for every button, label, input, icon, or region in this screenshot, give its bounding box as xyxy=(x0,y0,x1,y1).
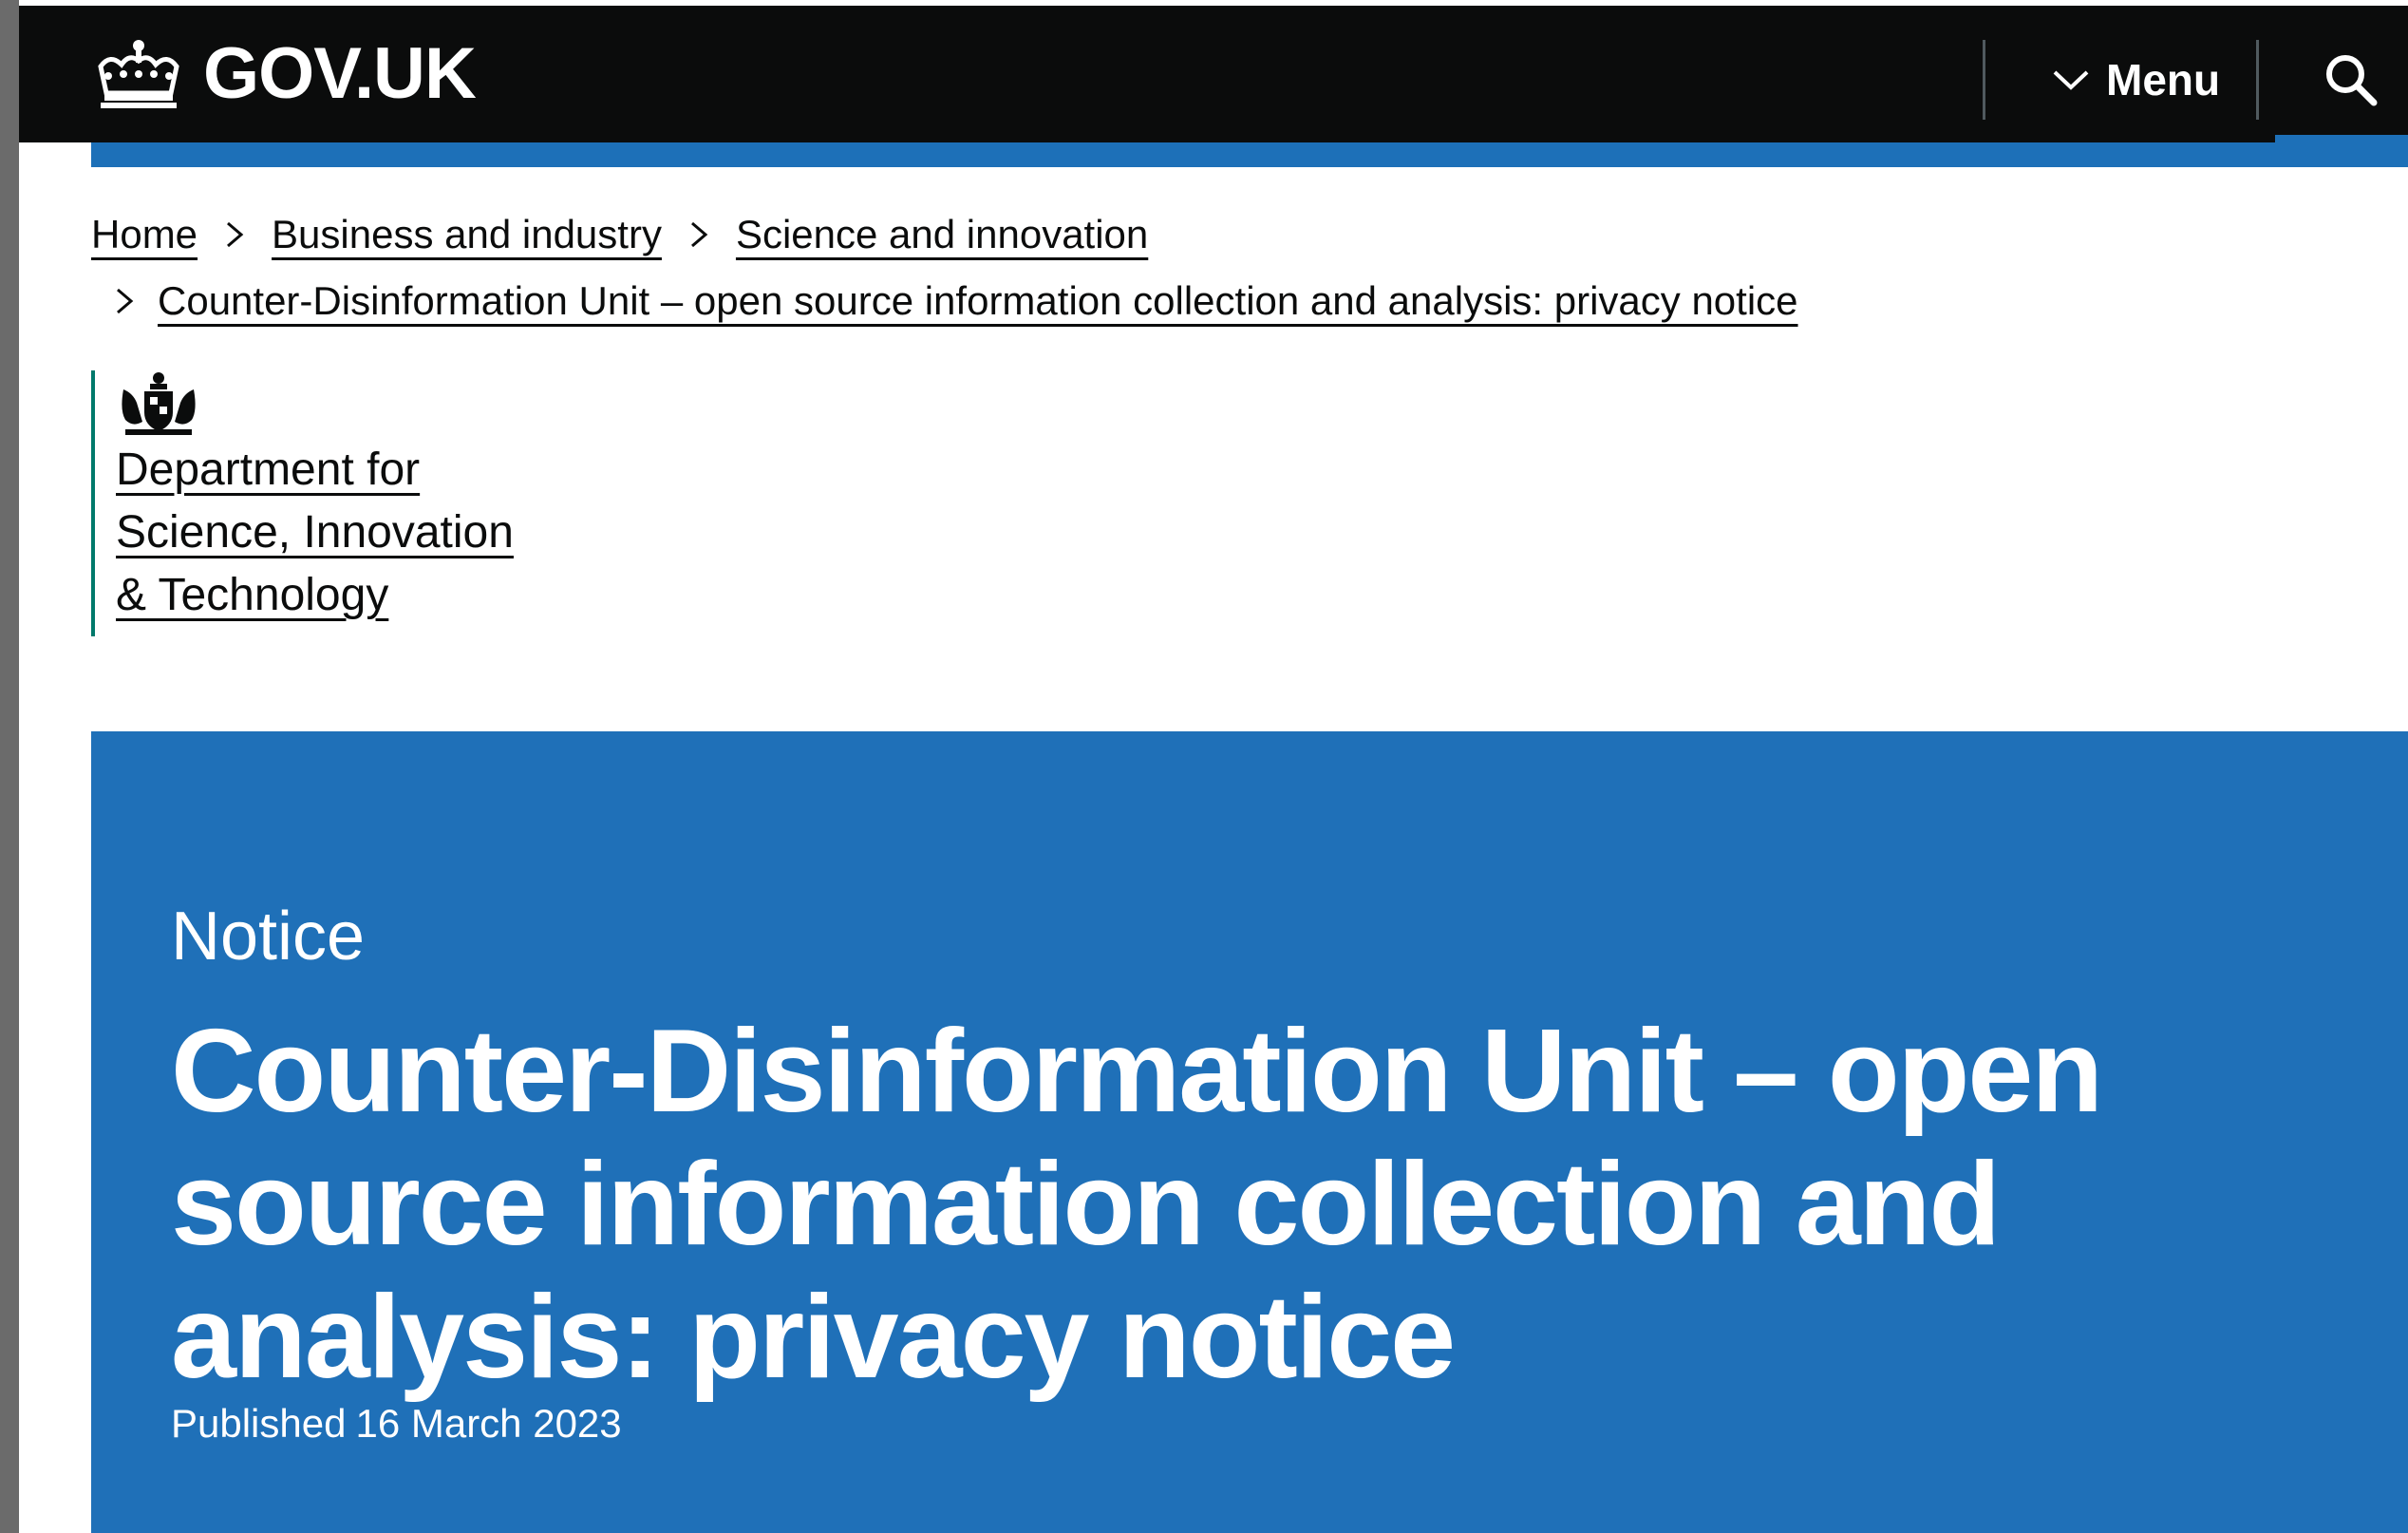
breadcrumb-row: Home Business and industry Science and i… xyxy=(91,201,1990,268)
header-divider xyxy=(2256,40,2259,120)
published-label: Published xyxy=(171,1401,347,1446)
site-header: GOV.UK Menu xyxy=(19,6,2408,142)
published-metadata: Published 16 March 2023 xyxy=(171,1404,631,1444)
chevron-right-icon xyxy=(227,221,244,248)
organisation-name-line: Department for xyxy=(116,445,421,495)
organisation-link[interactable]: Department for Science, Innovation & Tec… xyxy=(116,439,756,627)
menu-label: Menu xyxy=(2106,55,2221,104)
breadcrumb: Home Business and industry Science and i… xyxy=(91,201,1990,334)
govuk-home-link[interactable]: GOV.UK xyxy=(91,33,477,114)
chevron-down-icon xyxy=(2053,70,2089,90)
breadcrumb-business-link[interactable]: Business and industry xyxy=(272,212,662,257)
search-button[interactable] xyxy=(2294,32,2408,127)
chevron-right-icon xyxy=(117,288,134,314)
header-blue-bar xyxy=(91,142,2408,167)
organisation-name-line: & Technology xyxy=(116,570,389,620)
document-type: Notice xyxy=(171,899,366,975)
royal-coat-of-arms-icon xyxy=(122,372,196,435)
crown-icon xyxy=(98,40,179,108)
organisation-name-line: Science, Innovation xyxy=(116,507,514,558)
govuk-logo-text: GOV.UK xyxy=(203,33,477,114)
page-title: Counter-Disinformation Unit – open sourc… xyxy=(171,1006,2103,1403)
search-active-underline xyxy=(2275,135,2408,142)
breadcrumb-home-link[interactable]: Home xyxy=(91,212,198,257)
search-icon xyxy=(2326,55,2378,106)
header-divider xyxy=(1983,40,1985,120)
page-hero: Notice Counter-Disinformation Unit – ope… xyxy=(91,731,2408,1533)
window-edge xyxy=(0,0,19,1533)
page: GOV.UK Menu Home Business and industry S… xyxy=(0,0,2408,1533)
breadcrumb-science-link[interactable]: Science and innovation xyxy=(736,212,1148,257)
breadcrumb-row: Counter-Disinformation Unit – open sourc… xyxy=(91,268,1990,334)
published-date: 16 March 2023 xyxy=(355,1401,622,1446)
organisation-logo: Department for Science, Innovation & Tec… xyxy=(91,370,756,636)
menu-button[interactable]: Menu xyxy=(2051,42,2220,118)
breadcrumb-current-page-link[interactable]: Counter-Disinformation Unit – open sourc… xyxy=(158,278,1798,324)
chevron-right-icon xyxy=(690,221,708,248)
